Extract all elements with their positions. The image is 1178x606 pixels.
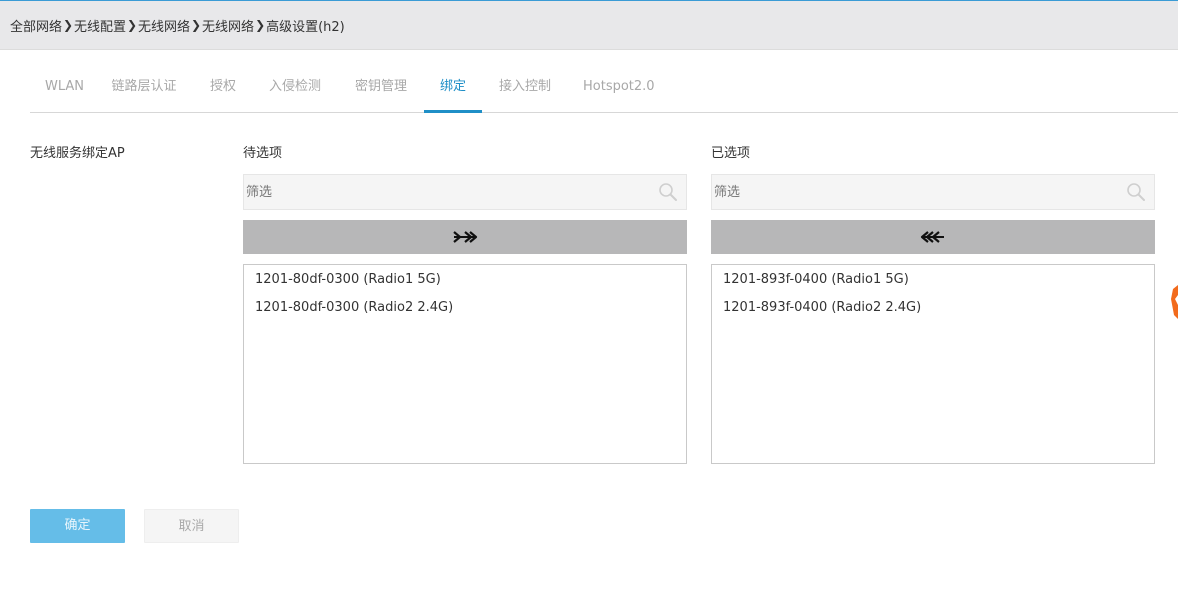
available-filter-input[interactable] — [244, 175, 646, 209]
tab-binding[interactable]: 绑定 — [424, 68, 482, 113]
list-item[interactable]: 1201-80df-0300 (Radio2 2.4G) — [255, 300, 453, 315]
breadcrumb-wireless-network[interactable]: 无线网络 — [138, 16, 190, 35]
chevron-right-icon: ❯ — [63, 18, 74, 32]
tab-authorization[interactable]: 授权 — [209, 68, 237, 112]
tab-link-auth[interactable]: 链路层认证 — [109, 68, 179, 112]
cancel-button[interactable]: 取消 — [144, 509, 239, 543]
list-item[interactable]: 1201-893f-0400 (Radio2 2.4G) — [723, 300, 921, 315]
tab-intrusion-detection[interactable]: 入侵检测 — [267, 68, 323, 112]
available-list[interactable]: 1201-80df-0300 (Radio1 5G) 1201-80df-030… — [243, 264, 687, 464]
search-icon[interactable] — [1126, 182, 1146, 202]
breadcrumb-advanced-settings: 高级设置(h2) — [266, 19, 345, 35]
breadcrumb-all-networks[interactable]: 全部网络 — [10, 16, 62, 35]
binding-field-label: 无线服务绑定AP — [30, 146, 125, 161]
floating-widget-icon[interactable] — [1169, 285, 1178, 321]
search-icon[interactable] — [658, 182, 678, 202]
tab-bar: WLAN 链路层认证 授权 入侵检测 密钥管理 绑定 接入控制 Hotspot2… — [30, 68, 1178, 113]
selected-list[interactable]: 1201-893f-0400 (Radio1 5G) 1201-893f-040… — [711, 264, 1155, 464]
tab-access-control[interactable]: 接入控制 — [497, 68, 553, 112]
tab-wlan[interactable]: WLAN — [45, 68, 84, 112]
move-all-right-button[interactable] — [243, 220, 687, 254]
breadcrumb: 全部网络 ❯ 无线配置 ❯ 无线网络 ❯ 无线网络 ❯ 高级设置(h2) — [0, 1, 1178, 50]
selected-filter — [711, 174, 1155, 210]
tab-key-management[interactable]: 密钥管理 — [353, 68, 409, 112]
breadcrumb-wireless-config[interactable]: 无线配置 — [74, 16, 126, 35]
list-item[interactable]: 1201-893f-0400 (Radio1 5G) — [723, 272, 909, 287]
breadcrumb-wireless-network-2[interactable]: 无线网络 — [202, 16, 254, 35]
list-item[interactable]: 1201-80df-0300 (Radio1 5G) — [255, 272, 441, 287]
available-title: 待选项 — [243, 146, 283, 161]
double-arrow-right-icon — [453, 231, 478, 243]
chevron-right-icon: ❯ — [191, 18, 202, 32]
tab-hotspot[interactable]: Hotspot2.0 — [583, 68, 655, 112]
chevron-right-icon: ❯ — [255, 18, 266, 32]
selected-filter-input[interactable] — [712, 175, 1114, 209]
move-all-left-button[interactable] — [711, 220, 1155, 254]
double-arrow-left-icon — [920, 231, 944, 243]
available-filter — [243, 174, 687, 210]
selected-title: 已选项 — [711, 146, 751, 161]
chevron-right-icon: ❯ — [127, 18, 138, 32]
ok-button[interactable]: 确定 — [30, 509, 125, 543]
